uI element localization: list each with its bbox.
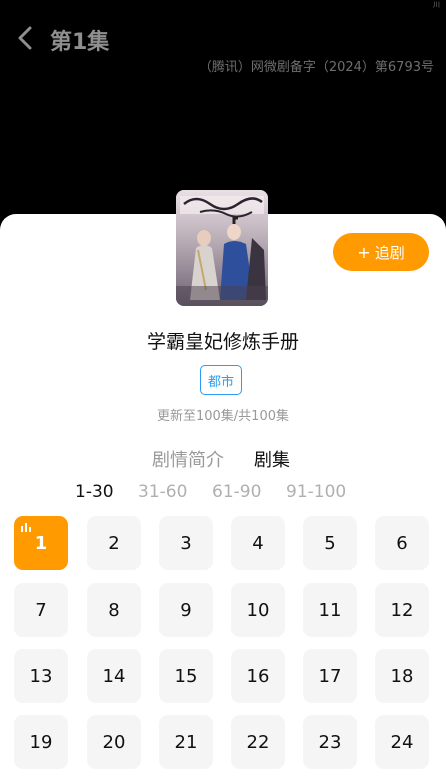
episode-10[interactable]: 10 (231, 583, 285, 637)
episode-number: 10 (246, 599, 270, 621)
episode-number: 13 (29, 665, 53, 687)
episode-number: 14 (102, 665, 126, 687)
episode-21[interactable]: 21 (159, 715, 213, 769)
episode-number: 16 (246, 665, 270, 687)
poster-image (176, 190, 268, 306)
episode-12[interactable]: 12 (375, 583, 429, 637)
episode-number: 20 (102, 731, 126, 753)
episode-number: 15 (174, 665, 198, 687)
episode-24[interactable]: 24 (375, 715, 429, 769)
episode-1[interactable]: 1 (14, 516, 68, 570)
episode-range-selector: 1-30 31-60 61-90 91-100 (0, 482, 446, 506)
episode-number: 3 (180, 532, 192, 554)
license-text: （腾讯）网微剧备字（2024）第6793号 (198, 60, 434, 75)
episode-4[interactable]: 4 (231, 516, 285, 570)
range-1-30[interactable]: 1-30 (75, 482, 114, 502)
content-tabs: 剧情简介 剧集 (0, 446, 446, 472)
range-91-100[interactable]: 91-100 (286, 482, 346, 502)
chevron-left-icon (18, 26, 32, 50)
episode-20[interactable]: 20 (87, 715, 141, 769)
episode-14[interactable]: 14 (87, 649, 141, 703)
update-info: 更新至100集/共100集 (156, 409, 289, 424)
episode-number: 21 (174, 731, 198, 753)
episode-7[interactable]: 7 (14, 583, 68, 637)
status-glyph: 川 (433, 1, 440, 9)
episode-number: 9 (180, 599, 192, 621)
episode-number: 1 (34, 532, 48, 554)
episode-number: 11 (318, 599, 342, 621)
episode-number: 22 (246, 731, 270, 753)
episode-8[interactable]: 8 (87, 583, 141, 637)
plus-icon: + (357, 242, 371, 262)
range-61-90[interactable]: 61-90 (212, 482, 261, 502)
episode-number: 7 (35, 599, 47, 621)
episode-title: 第1集 (50, 30, 110, 55)
episode-17[interactable]: 17 (303, 649, 357, 703)
episode-5[interactable]: 5 (303, 516, 357, 570)
episode-2[interactable]: 2 (87, 516, 141, 570)
episode-number: 6 (396, 532, 408, 554)
episode-18[interactable]: 18 (375, 649, 429, 703)
playing-bars-icon (21, 523, 31, 532)
episode-number: 12 (390, 599, 414, 621)
video-area: 川 第1集 （腾讯）网微剧备字（2024）第6793号 (0, 0, 446, 214)
drama-title: 学霸皇妃修炼手册 (146, 331, 299, 353)
episode-13[interactable]: 13 (14, 649, 68, 703)
episode-number: 19 (29, 731, 53, 753)
episode-6[interactable]: 6 (375, 516, 429, 570)
episode-19[interactable]: 19 (14, 715, 68, 769)
tab-episodes[interactable]: 剧集 (254, 446, 290, 472)
episode-number: 4 (252, 532, 264, 554)
follow-label: 追剧 (374, 243, 405, 262)
episode-23[interactable]: 23 (303, 715, 357, 769)
episode-number: 2 (108, 532, 120, 554)
drama-poster[interactable] (176, 190, 268, 306)
episode-15[interactable]: 15 (159, 649, 213, 703)
episode-3[interactable]: 3 (159, 516, 213, 570)
episode-22[interactable]: 22 (231, 715, 285, 769)
tab-intro[interactable]: 剧情简介 (152, 446, 224, 472)
range-31-60[interactable]: 31-60 (138, 482, 187, 502)
episode-9[interactable]: 9 (159, 583, 213, 637)
episode-number: 18 (390, 665, 414, 687)
genre-tag[interactable]: 都市 (200, 365, 242, 395)
episode-number: 24 (390, 731, 414, 753)
episode-11[interactable]: 11 (303, 583, 357, 637)
episode-number: 5 (324, 532, 336, 554)
episode-number: 23 (318, 731, 342, 753)
episode-16[interactable]: 16 (231, 649, 285, 703)
back-button[interactable] (12, 24, 40, 52)
episode-number: 8 (108, 599, 120, 621)
follow-button[interactable]: + 追剧 (333, 233, 429, 271)
episode-number: 17 (318, 665, 342, 687)
